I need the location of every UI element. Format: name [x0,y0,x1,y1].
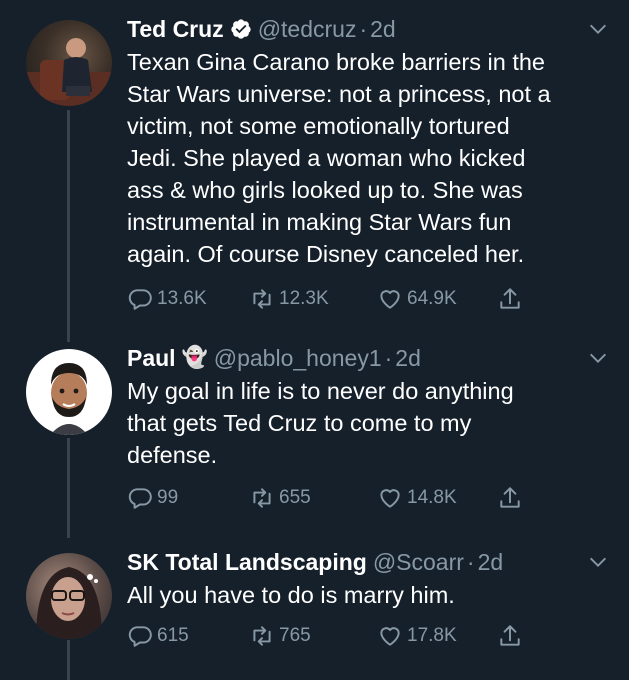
tweet-actions: 615 765 17.8K [127,623,547,653]
display-name[interactable]: Paul [127,343,176,373]
tweet-actions: 13.6K 12.3K 64.9K [127,286,547,316]
retweet-icon [253,626,271,646]
chevron-down-icon[interactable] [587,18,609,40]
heart-icon [380,290,400,309]
tweet-text-line: that gets Ted Cruz to come to my [127,410,472,436]
display-name[interactable]: SK Total Landscaping [127,547,367,577]
display-name[interactable]: Ted Cruz [127,14,224,44]
reply-count: 615 [157,625,189,646]
tweet-text-line: Texan Gina Carano broke barriers in the [127,49,545,75]
avatar[interactable] [26,349,112,435]
retweet-count: 765 [279,625,311,646]
verified-badge-icon [231,19,251,39]
retweet-icon [253,488,271,508]
timestamp[interactable]: 2d [395,343,421,373]
tweet-text-line: instrumental in making Star Wars fun [127,209,512,235]
tweet-header: Paul 👻 @pablo_honey1 · 2d [127,343,599,373]
handle[interactable]: @Scoarr [373,547,464,577]
avatar[interactable] [26,20,112,106]
tweet-text-line: Jedi. She played a woman who kicked [127,145,526,171]
share-icon [500,288,520,309]
tweet-header: SK Total Landscaping @Scoarr · 2d [127,547,599,577]
tweet-text: All you have to do is marry him. [127,579,599,611]
separator: · [466,549,475,575]
reply-icon [128,289,152,310]
reply-icon [128,626,152,647]
avatar-photo [36,567,102,639]
share-button[interactable] [497,485,527,511]
handle[interactable]: @tedcruz [258,14,357,44]
avatar[interactable] [26,553,112,639]
handle[interactable]: @pablo_honey1 [214,343,382,373]
retweet-count: 655 [279,487,311,508]
heart-icon [380,627,400,646]
tweet-text: Texan Gina Carano broke barriers in the … [127,46,599,270]
separator: · [359,16,368,42]
reply-icon [128,488,152,509]
share-button[interactable] [497,286,527,312]
heart-icon [380,489,400,508]
reply-button[interactable]: 13.6K [127,286,207,312]
retweet-icon [253,289,271,309]
tweet-text-line: All you have to do is marry him. [127,582,455,608]
like-count: 17.8K [407,625,457,646]
retweet-button[interactable]: 655 [249,485,311,511]
tweet-text-line: again. Of course Disney canceled her. [127,241,525,267]
tweet[interactable]: Ted Cruz @tedcruz · 2d Texan Gina Carano… [0,14,629,334]
chevron-down-icon[interactable] [587,551,609,573]
tweet[interactable]: Paul 👻 @pablo_honey1 · 2d My goal in lif… [0,343,629,523]
like-count: 64.9K [407,288,457,309]
tweet-actions: 99 655 14.8K [127,485,547,515]
reply-button[interactable]: 615 [127,623,189,649]
separator: · [384,345,393,371]
tweet-text-line: Star Wars universe: not a princess, not … [127,81,551,107]
retweet-button[interactable]: 12.3K [249,286,329,312]
tweet-text-line: ass & who girls looked up to. She was [127,177,523,203]
share-icon [500,487,520,508]
avatar-photo [26,38,112,106]
tweet-text-line: victim, not some emotionally tortured [127,113,510,139]
like-button[interactable]: 17.8K [377,623,457,649]
tweet[interactable]: SK Total Landscaping @Scoarr · 2d All yo… [0,547,629,667]
reply-count: 13.6K [157,288,207,309]
tweet-header: Ted Cruz @tedcruz · 2d [127,14,599,44]
timestamp[interactable]: 2d [370,14,396,44]
tweet-text: My goal in life is to never do anything … [127,375,599,471]
ghost-emoji-icon: 👻 [181,346,208,369]
like-count: 14.8K [407,487,457,508]
share-button[interactable] [497,623,527,649]
share-icon [500,625,520,646]
avatar-memoji [50,363,88,435]
tweet-text-line: defense. [127,442,218,468]
timestamp[interactable]: 2d [478,547,504,577]
retweet-button[interactable]: 765 [249,623,311,649]
like-button[interactable]: 64.9K [377,286,457,312]
tweet-text-line: My goal in life is to never do anything [127,378,514,404]
chevron-down-icon[interactable] [587,347,609,369]
reply-count: 99 [157,487,179,508]
like-button[interactable]: 14.8K [377,485,457,511]
reply-button[interactable]: 99 [127,485,178,511]
retweet-count: 12.3K [279,288,329,309]
